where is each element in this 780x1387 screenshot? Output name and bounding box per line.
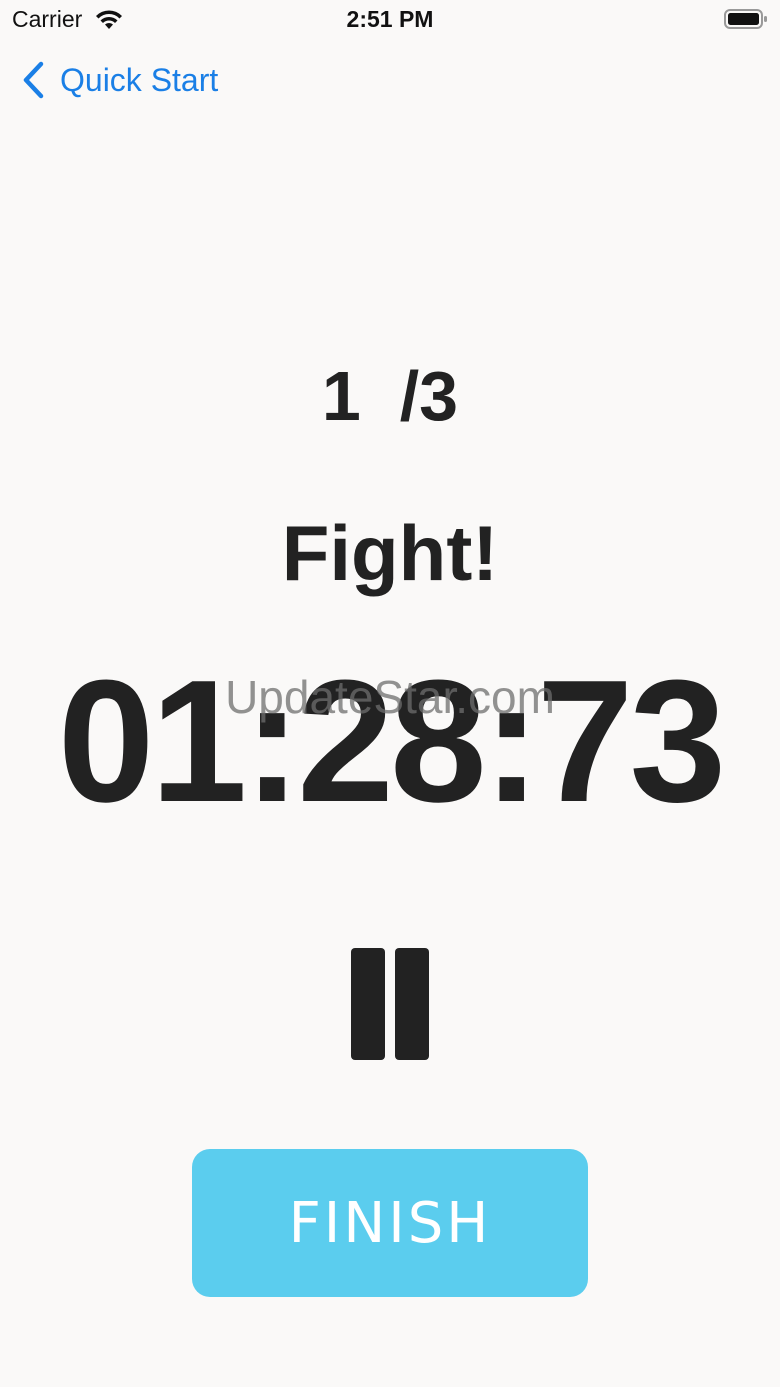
round-counter: 1 /3 xyxy=(321,357,459,435)
phase-label: Fight! xyxy=(281,509,499,597)
finish-button[interactable]: FINISH xyxy=(192,1149,588,1297)
pause-button[interactable] xyxy=(340,940,440,1070)
pause-bar-right xyxy=(395,948,429,1060)
back-button[interactable]: Quick Start xyxy=(20,58,218,102)
pause-bar-left xyxy=(351,948,385,1060)
battery-icon xyxy=(724,9,767,29)
chevron-left-icon xyxy=(23,61,44,99)
back-button-label: Quick Start xyxy=(60,61,219,98)
status-bar: Carrier 2:51 PM xyxy=(0,0,780,40)
watermark: UpdateStar.com xyxy=(225,671,555,723)
status-time: 2:51 PM xyxy=(346,6,434,32)
